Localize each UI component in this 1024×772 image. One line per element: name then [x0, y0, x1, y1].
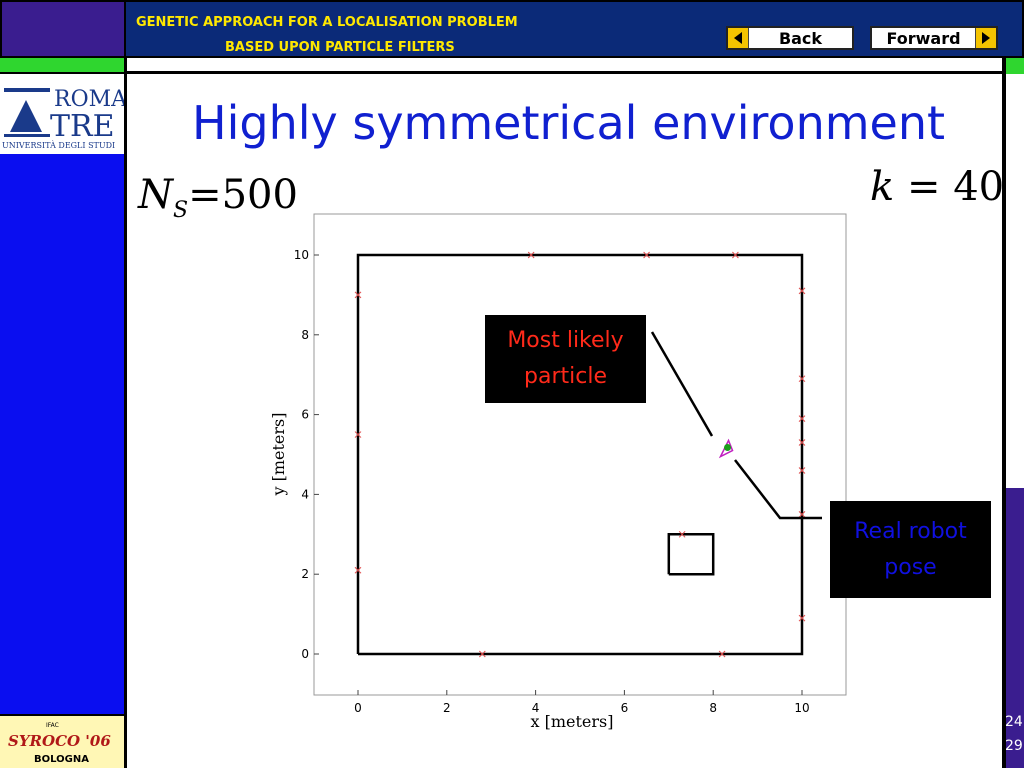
page-current: 24	[1005, 714, 1023, 730]
callout-robot-line2: pose	[884, 554, 937, 580]
y-tick-label: 2	[301, 567, 309, 581]
callout-likely-line1: Most likely	[507, 328, 624, 353]
y-tick-label: 0	[301, 647, 309, 661]
callout-most-likely-particle: Most likely particle	[485, 315, 646, 403]
x-tick-label: 6	[621, 701, 629, 715]
robot-dot	[724, 444, 732, 452]
x-tick-label: 2	[443, 701, 451, 715]
plot-background	[300, 214, 848, 694]
y-tick-label: 8	[301, 328, 309, 342]
callout-real-robot-pose: Real robot pose	[830, 501, 991, 598]
page-total: 29	[1005, 738, 1023, 754]
x-tick-label: 10	[794, 701, 809, 715]
callout-likely-line2: particle	[524, 364, 607, 389]
y-tick-label: 4	[301, 487, 309, 501]
y-axis-label: y [meters]	[269, 412, 288, 496]
x-axis-label: x [meters]	[531, 712, 614, 731]
callout-robot-line1: Real robot	[854, 518, 967, 544]
x-tick-label: 8	[709, 701, 717, 715]
y-tick-label: 10	[294, 248, 309, 262]
y-tick-label: 6	[301, 408, 309, 422]
x-tick-label: 0	[354, 701, 362, 715]
